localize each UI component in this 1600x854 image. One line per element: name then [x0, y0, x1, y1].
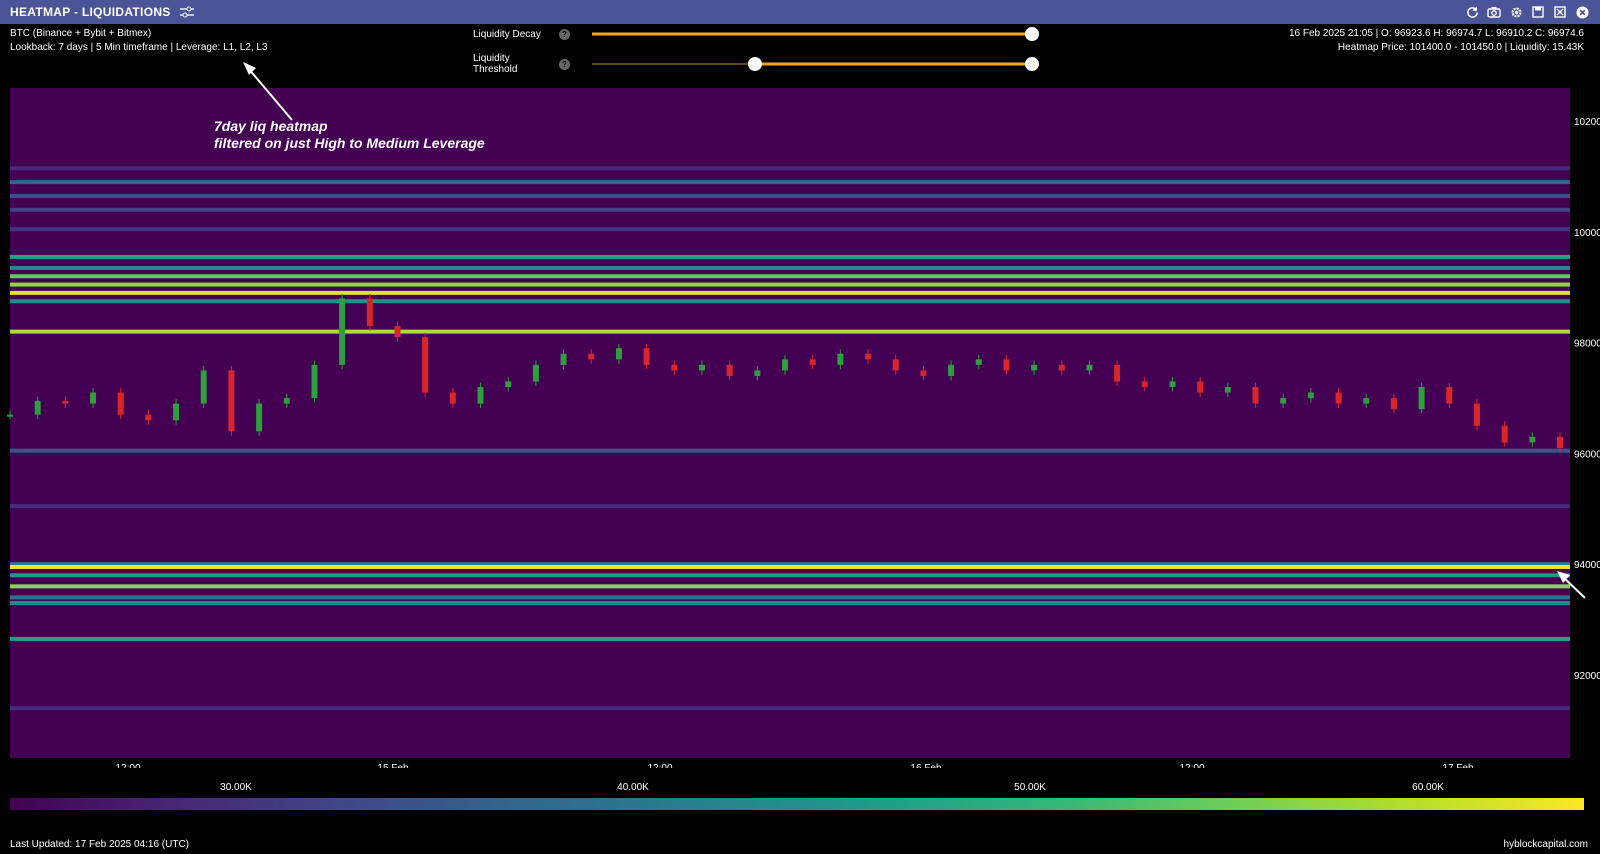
brand-label: hyblockcapital.com [1503, 839, 1588, 850]
x-tick-label: 16 Feb [910, 763, 942, 768]
colorbar-tick: 30.00K [220, 782, 252, 793]
colorbar [10, 798, 1584, 810]
x-tick-label: 12:00 [647, 763, 672, 768]
last-updated: Last Updated: 17 Feb 2025 04:16 (UTC) [10, 839, 189, 850]
annotation-arrow [243, 62, 1586, 599]
colorbar-tick: 40.00K [617, 782, 649, 793]
liquidity-band [10, 636, 1570, 641]
annotation-text: 7day liq heatmap filtered on just High t… [214, 118, 485, 152]
annotation-line-2: filtered on just High to Medium Leverage [214, 135, 485, 151]
x-tick-label: 17 Feb [1442, 763, 1474, 768]
y-tick-label: 92000.0 [1574, 671, 1600, 682]
colorbar-tick: 50.00K [1014, 782, 1046, 793]
x-tick-label: 15 Feb [377, 763, 409, 768]
annotation-line-1: 7day liq heatmap [214, 118, 328, 134]
liquidity-band [10, 706, 1570, 711]
x-tick-label: 12:00 [1179, 763, 1204, 768]
x-tick-label: 12:00 [115, 763, 140, 768]
colorbar-tick: 60.00K [1412, 782, 1444, 793]
